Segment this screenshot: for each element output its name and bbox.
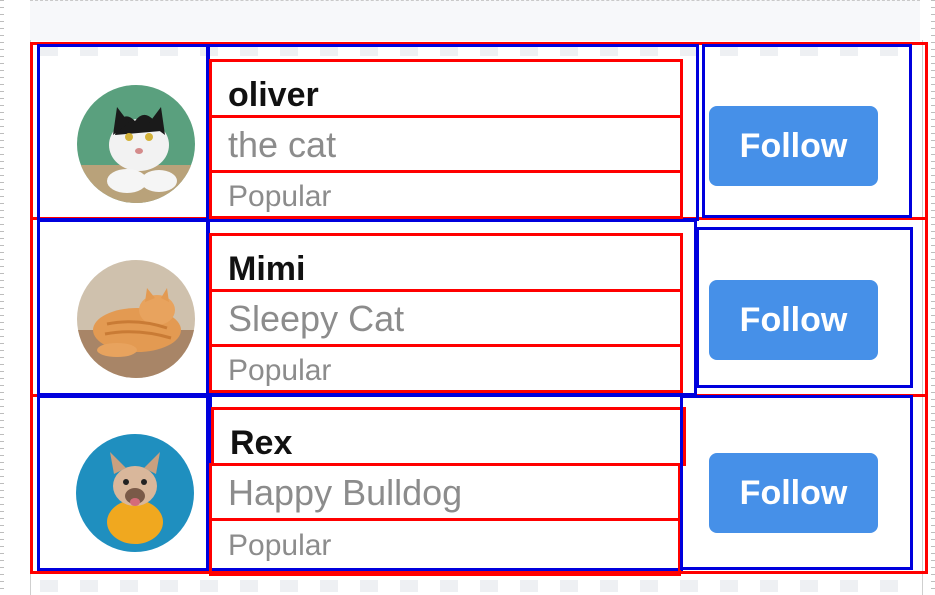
follow-button[interactable]: Follow [709, 280, 878, 360]
user-subtitle: the cat [228, 124, 337, 165]
follow-button[interactable]: Follow [709, 106, 878, 186]
user-name: Mimi [228, 250, 306, 288]
orange-cat-photo-avatar-icon[interactable] [77, 260, 195, 378]
user-subtitle: Sleepy Cat [228, 298, 405, 339]
subtitle-box-1: the cat [209, 115, 683, 173]
top-area [30, 0, 920, 41]
name-box-1: oliver [209, 59, 683, 118]
right-ruler [927, 0, 935, 595]
user-subtitle: Happy Bulldog [228, 472, 463, 513]
user-tag: Popular [228, 180, 332, 213]
name-box-2: Mimi [209, 233, 683, 292]
user-tag: Popular [228, 529, 332, 562]
name-box-3: Rex [211, 407, 686, 466]
left-ruler [0, 0, 8, 595]
tag-box-3: Popular [209, 518, 681, 576]
subtitle-box-3: Happy Bulldog [209, 463, 681, 521]
cat-photo-avatar-icon[interactable] [77, 85, 195, 203]
dash-band-bottom [40, 580, 920, 592]
follow-button[interactable]: Follow [709, 453, 878, 533]
bulldog-photo-avatar-icon[interactable] [76, 434, 194, 552]
tag-box-2: Popular [209, 344, 683, 393]
user-tag: Popular [228, 354, 332, 387]
user-name: Rex [230, 424, 293, 462]
tag-box-1: Popular [209, 170, 683, 219]
subtitle-box-2: Sleepy Cat [209, 289, 683, 347]
user-name: oliver [228, 76, 319, 114]
